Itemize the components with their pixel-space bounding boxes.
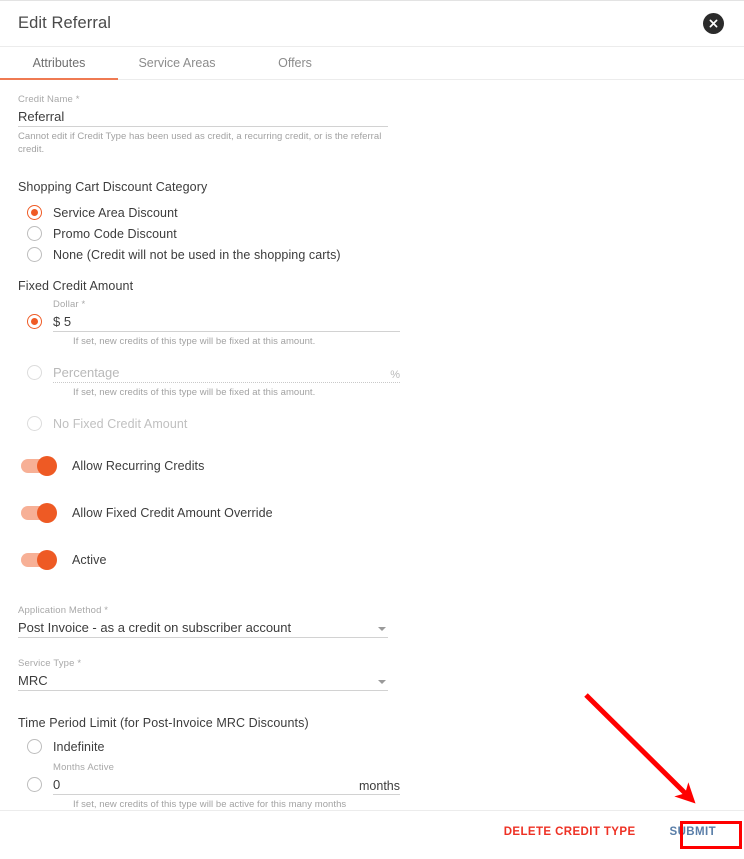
- radio-none-shopping-cart-label: None (Credit will not be used in the sho…: [53, 247, 341, 262]
- months-active-label: Months Active: [53, 762, 115, 773]
- toggle-switch-icon[interactable]: [21, 456, 57, 476]
- radio-icon: [27, 226, 42, 241]
- credit-name-label: Credit Name *: [18, 94, 80, 105]
- credit-name-field[interactable]: Credit Name * Referral Cannot edit if Cr…: [18, 94, 388, 156]
- service-type-select[interactable]: Service Type * MRC: [18, 658, 388, 691]
- toggle-switch-icon[interactable]: [21, 550, 57, 570]
- radio-promo-code-discount-label: Promo Code Discount: [53, 226, 177, 241]
- months-active-input[interactable]: 0: [53, 774, 400, 795]
- radio-promo-code-discount[interactable]: Promo Code Discount: [18, 223, 726, 244]
- dollar-field[interactable]: Dollar * $ 5: [53, 299, 400, 332]
- time-period-limit-title: Time Period Limit (for Post-Invoice MRC …: [18, 716, 309, 730]
- tab-attributes-label: Attributes: [32, 56, 86, 70]
- radio-icon: [27, 739, 42, 754]
- credit-name-helper: Cannot edit if Credit Type has been used…: [18, 131, 382, 155]
- toggle-active-label: Active: [72, 553, 107, 567]
- fixed-credit-percentage-row[interactable]: Percentage %: [18, 362, 726, 383]
- tab-attributes[interactable]: Attributes: [0, 47, 118, 80]
- percentage-field[interactable]: Percentage %: [53, 362, 400, 383]
- months-active-field[interactable]: Months Active 0 months: [53, 762, 400, 795]
- radio-no-fixed-credit-amount-label: No Fixed Credit Amount: [53, 416, 188, 431]
- application-method-select[interactable]: Application Method * Post Invoice - as a…: [18, 605, 388, 638]
- radio-icon: [27, 205, 42, 220]
- toggle-allow-recurring-credits[interactable]: Allow Recurring Credits: [18, 456, 726, 476]
- dollar-helper: If set, new credits of this type will be…: [73, 336, 316, 347]
- radio-indefinite-label: Indefinite: [53, 739, 105, 754]
- dialog-footer: DELETE CREDIT TYPE SUBMIT: [0, 810, 744, 853]
- application-method-label: Application Method *: [18, 605, 109, 616]
- page-title: Edit Referral: [18, 14, 112, 32]
- toggle-allow-recurring-credits-label: Allow Recurring Credits: [72, 459, 205, 473]
- months-suffix: months: [359, 779, 400, 793]
- service-type-value: MRC: [18, 670, 388, 691]
- form-body: Credit Name * Referral Cannot edit if Cr…: [0, 80, 744, 810]
- radio-indefinite[interactable]: Indefinite: [18, 736, 726, 757]
- submit-button[interactable]: SUBMIT: [662, 821, 724, 843]
- credit-name-input[interactable]: Referral: [18, 106, 388, 127]
- radio-no-fixed-credit-amount[interactable]: No Fixed Credit Amount: [18, 413, 726, 434]
- months-active-helper: If set, new credits of this type will be…: [73, 799, 347, 810]
- radio-icon: [27, 247, 42, 262]
- percentage-suffix: %: [390, 369, 400, 381]
- radio-icon[interactable]: [27, 777, 42, 792]
- tab-offers-label: Offers: [278, 56, 312, 70]
- toggle-switch-icon[interactable]: [21, 503, 57, 523]
- toggle-allow-fixed-credit-amount-override-label: Allow Fixed Credit Amount Override: [72, 506, 273, 520]
- months-active-row[interactable]: Months Active 0 months: [18, 762, 726, 795]
- percentage-input[interactable]: Percentage: [53, 362, 400, 383]
- toggle-allow-fixed-credit-amount-override[interactable]: Allow Fixed Credit Amount Override: [18, 503, 726, 523]
- radio-icon: [27, 416, 42, 431]
- tab-offers[interactable]: Offers: [236, 47, 354, 79]
- toggle-active[interactable]: Active: [18, 550, 726, 570]
- chevron-down-icon: [378, 680, 386, 684]
- edit-referral-dialog: Edit Referral Attributes Service Areas O…: [0, 0, 744, 853]
- radio-icon[interactable]: [27, 365, 42, 380]
- dollar-input[interactable]: $ 5: [53, 311, 400, 332]
- radio-service-area-discount[interactable]: Service Area Discount: [18, 202, 726, 223]
- radio-service-area-discount-label: Service Area Discount: [53, 205, 178, 220]
- tab-service-areas[interactable]: Service Areas: [118, 47, 236, 79]
- service-type-label: Service Type *: [18, 658, 82, 669]
- delete-credit-type-button[interactable]: DELETE CREDIT TYPE: [496, 821, 644, 843]
- application-method-value: Post Invoice - as a credit on subscriber…: [18, 617, 388, 638]
- fixed-credit-dollar-row[interactable]: Dollar * $ 5: [18, 299, 726, 332]
- dollar-label: Dollar *: [53, 299, 86, 310]
- percentage-helper: If set, new credits of this type will be…: [73, 387, 316, 398]
- close-icon[interactable]: [703, 13, 724, 34]
- shopping-cart-discount-category-title: Shopping Cart Discount Category: [18, 180, 208, 194]
- fixed-credit-amount-title: Fixed Credit Amount: [18, 279, 134, 293]
- tab-bar: Attributes Service Areas Offers: [0, 47, 744, 80]
- tab-service-areas-label: Service Areas: [138, 56, 216, 70]
- chevron-down-icon: [378, 627, 386, 631]
- radio-icon[interactable]: [27, 314, 42, 329]
- dialog-header: Edit Referral: [0, 1, 744, 47]
- radio-none-shopping-cart[interactable]: None (Credit will not be used in the sho…: [18, 244, 726, 265]
